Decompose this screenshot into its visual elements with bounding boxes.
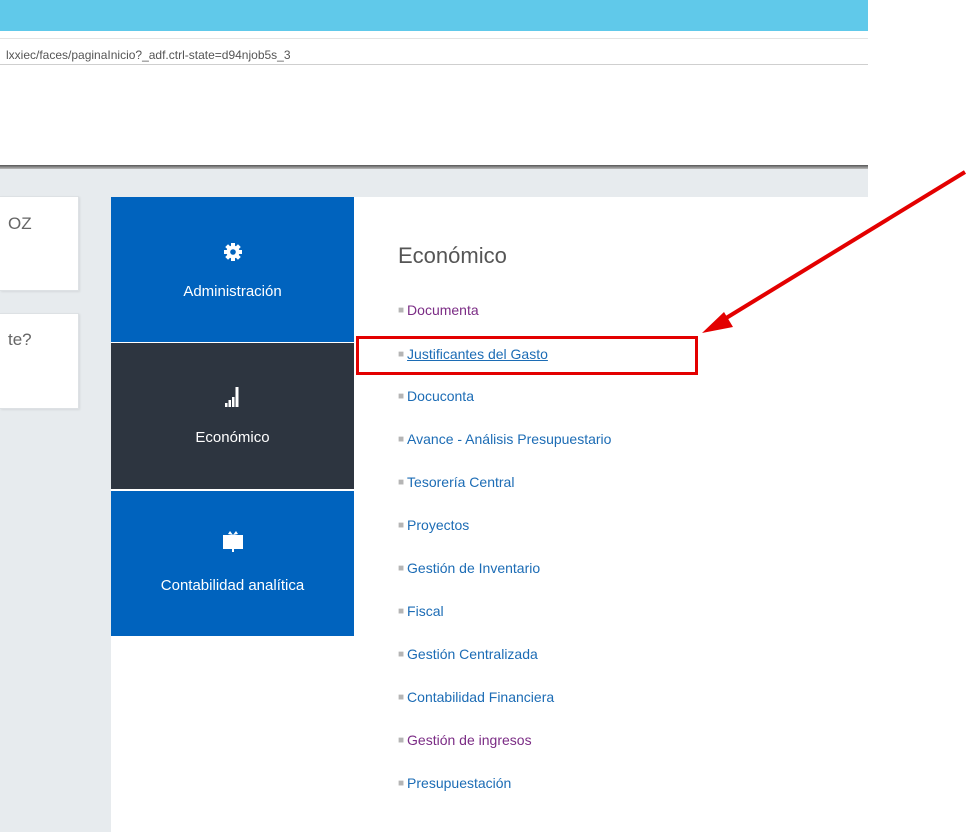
tile-administracion[interactable]: Administración [111,197,354,342]
menu-item-proyectos[interactable]: ■ Proyectos [398,517,469,533]
browser-title-bar [0,0,868,31]
bullet-icon: ■ [398,735,405,746]
menu-item-documenta[interactable]: ■ Documenta [398,302,479,318]
tile-administracion-label: Administración [183,283,282,300]
menu-item-label: Gestión Centralizada [407,646,538,662]
menu-item-label: Contabilidad Financiera [407,689,555,705]
menu-item-label: Docuconta [407,388,474,404]
menu-item-label: Tesorería Central [407,474,515,490]
menu-item-label: Gestión de ingresos [407,732,532,748]
menu-item-label: Avance - Análisis Presupuestario [407,431,612,447]
left-panel: OZ te? [0,169,111,832]
menu-item-presupuestacion[interactable]: ■ Presupuestación [398,775,511,791]
bullet-icon: ■ [398,305,405,316]
menu-item-label: Proyectos [407,517,470,533]
menu-item-gestion-de-inventario[interactable]: ■ Gestión de Inventario [398,560,540,576]
section-title: Económico [398,243,507,268]
menu-item-contabilidad-financiera[interactable]: ■ Contabilidad Financiera [398,689,554,705]
bullet-icon: ■ [398,434,405,445]
side-card-1-text: OZ [8,214,32,233]
gear-icon [111,243,354,261]
signal-bars-icon [111,387,354,407]
url-text[interactable]: lxxiec/faces/paginaInicio?_adf.ctrl-stat… [6,48,291,62]
address-bar[interactable]: lxxiec/faces/paginaInicio?_adf.ctrl-stat… [0,38,868,65]
bullet-icon: ■ [398,477,405,488]
menu-item-docuconta[interactable]: ■ Docuconta [398,388,474,404]
menu-item-label: Presupuestación [407,775,512,791]
tile-economico-label: Económico [195,429,270,446]
bullet-icon: ■ [398,563,405,574]
menu-item-fiscal[interactable]: ■ Fiscal [398,603,444,619]
side-card-1[interactable]: OZ [0,196,79,291]
bullet-icon: ■ [398,692,405,703]
menu-item-gestion-centralizada[interactable]: ■ Gestión Centralizada [398,646,538,662]
menu-item-label: Gestión de Inventario [407,560,541,576]
tile-contabilidad-analitica[interactable]: Contabilidad analítica [111,491,354,636]
menu-item-label: Fiscal [407,603,444,619]
annotation-highlight-box [356,336,698,375]
side-card-2-text: te? [8,330,32,349]
bullet-icon: ■ [398,649,405,660]
tile-contabilidad-analitica-label: Contabilidad analítica [160,577,305,594]
side-card-2[interactable]: te? [0,313,79,409]
menu-item-gestion-de-ingresos[interactable]: ■ Gestión de ingresos [398,732,532,748]
content-top-band [111,169,868,197]
menu-item-avance-analisis-presupuestario[interactable]: ■ Avance - Análisis Presupuestario [398,431,611,447]
menu-item-tesoreria-central[interactable]: ■ Tesorería Central [398,474,514,490]
tile-economico[interactable]: Económico [111,343,354,489]
bullet-icon: ■ [398,778,405,789]
menu-item-label: Documenta [407,302,479,318]
monitor-icon [111,531,354,553]
bullet-icon: ■ [398,606,405,617]
bullet-icon: ■ [398,520,405,531]
bullet-icon: ■ [398,391,405,402]
